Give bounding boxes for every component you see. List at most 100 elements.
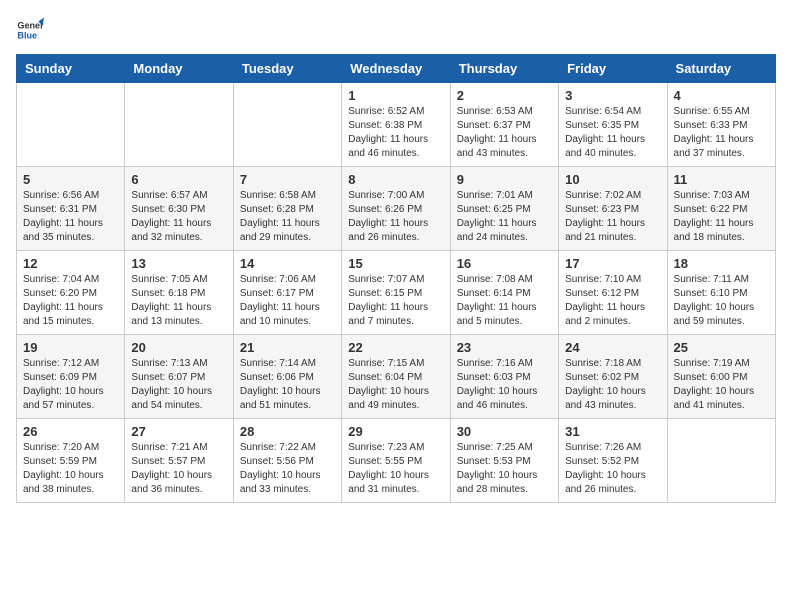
day-cell: [667, 419, 775, 503]
day-cell: 15 Sunrise: 7:07 AM Sunset: 6:15 PM Dayli…: [342, 251, 450, 335]
day-number: 29: [348, 424, 443, 439]
day-number: 28: [240, 424, 335, 439]
weekday-header-sunday: Sunday: [17, 55, 125, 83]
week-row-2: 5 Sunrise: 6:56 AM Sunset: 6:31 PM Daylig…: [17, 167, 776, 251]
week-row-5: 26 Sunrise: 7:20 AM Sunset: 5:59 PM Dayli…: [17, 419, 776, 503]
day-number: 5: [23, 172, 118, 187]
day-cell: 26 Sunrise: 7:20 AM Sunset: 5:59 PM Dayli…: [17, 419, 125, 503]
day-info: Sunrise: 7:21 AM Sunset: 5:57 PM Dayligh…: [131, 441, 226, 497]
day-cell: 7Sunrise: 6:58 AM Sunset: 6:28 PM Daylig…: [233, 167, 341, 251]
day-number: 15: [348, 256, 443, 271]
day-number: 2: [457, 88, 552, 103]
day-cell: 31 Sunrise: 7:26 AM Sunset: 5:52 PM Dayli…: [559, 419, 667, 503]
day-info: Sunrise: 6:57 AM Sunset: 6:30 PM Dayligh…: [131, 189, 226, 245]
day-info: Sunrise: 7:20 AM Sunset: 5:59 PM Dayligh…: [23, 441, 118, 497]
day-number: 31: [565, 424, 660, 439]
day-number: 23: [457, 340, 552, 355]
day-cell: 16 Sunrise: 7:08 AM Sunset: 6:14 PM Dayli…: [450, 251, 558, 335]
day-info: Sunrise: 7:08 AM Sunset: 6:14 PM Dayligh…: [457, 273, 552, 329]
weekday-header-row: SundayMondayTuesdayWednesdayThursdayFrid…: [17, 55, 776, 83]
day-cell: 18 Sunrise: 7:11 AM Sunset: 6:10 PM Dayli…: [667, 251, 775, 335]
day-info: Sunrise: 7:04 AM Sunset: 6:20 PM Dayligh…: [23, 273, 118, 329]
day-cell: 19 Sunrise: 7:12 AM Sunset: 6:09 PM Dayli…: [17, 335, 125, 419]
weekday-header-tuesday: Tuesday: [233, 55, 341, 83]
day-info: Sunrise: 7:22 AM Sunset: 5:56 PM Dayligh…: [240, 441, 335, 497]
day-info: Sunrise: 7:12 AM Sunset: 6:09 PM Dayligh…: [23, 357, 118, 413]
day-number: 11: [674, 172, 769, 187]
day-number: 3: [565, 88, 660, 103]
day-info: Sunrise: 6:54 AM Sunset: 6:35 PM Dayligh…: [565, 105, 660, 161]
day-cell: 11 Sunrise: 7:03 AM Sunset: 6:22 PM Dayli…: [667, 167, 775, 251]
day-info: Sunrise: 7:03 AM Sunset: 6:22 PM Dayligh…: [674, 189, 769, 245]
day-cell: [17, 83, 125, 167]
day-info: Sunrise: 7:11 AM Sunset: 6:10 PM Dayligh…: [674, 273, 769, 329]
day-cell: 12 Sunrise: 7:04 AM Sunset: 6:20 PM Dayli…: [17, 251, 125, 335]
day-info: Sunrise: 7:16 AM Sunset: 6:03 PM Dayligh…: [457, 357, 552, 413]
weekday-header-wednesday: Wednesday: [342, 55, 450, 83]
day-cell: 17 Sunrise: 7:10 AM Sunset: 6:12 PM Dayli…: [559, 251, 667, 335]
day-cell: 14 Sunrise: 7:06 AM Sunset: 6:17 PM Dayli…: [233, 251, 341, 335]
day-info: Sunrise: 7:10 AM Sunset: 6:12 PM Dayligh…: [565, 273, 660, 329]
day-number: 10: [565, 172, 660, 187]
day-info: Sunrise: 6:58 AM Sunset: 6:28 PM Dayligh…: [240, 189, 335, 245]
day-cell: 6 Sunrise: 6:57 AM Sunset: 6:30 PM Daylig…: [125, 167, 233, 251]
day-cell: 1Sunrise: 6:52 AM Sunset: 6:38 PM Daylig…: [342, 83, 450, 167]
logo: General Blue: [16, 16, 44, 44]
day-number: 18: [674, 256, 769, 271]
day-info: Sunrise: 6:56 AM Sunset: 6:31 PM Dayligh…: [23, 189, 118, 245]
day-info: Sunrise: 7:01 AM Sunset: 6:25 PM Dayligh…: [457, 189, 552, 245]
day-cell: 24 Sunrise: 7:18 AM Sunset: 6:02 PM Dayli…: [559, 335, 667, 419]
day-info: Sunrise: 7:26 AM Sunset: 5:52 PM Dayligh…: [565, 441, 660, 497]
day-info: Sunrise: 7:02 AM Sunset: 6:23 PM Dayligh…: [565, 189, 660, 245]
day-cell: 30Sunrise: 7:25 AM Sunset: 5:53 PM Dayli…: [450, 419, 558, 503]
day-cell: 21Sunrise: 7:14 AM Sunset: 6:06 PM Dayli…: [233, 335, 341, 419]
day-number: 4: [674, 88, 769, 103]
day-number: 25: [674, 340, 769, 355]
day-cell: 27Sunrise: 7:21 AM Sunset: 5:57 PM Dayli…: [125, 419, 233, 503]
day-cell: 22 Sunrise: 7:15 AM Sunset: 6:04 PM Dayli…: [342, 335, 450, 419]
day-cell: 5 Sunrise: 6:56 AM Sunset: 6:31 PM Daylig…: [17, 167, 125, 251]
weekday-header-saturday: Saturday: [667, 55, 775, 83]
week-row-4: 19 Sunrise: 7:12 AM Sunset: 6:09 PM Dayli…: [17, 335, 776, 419]
day-cell: 23 Sunrise: 7:16 AM Sunset: 6:03 PM Dayli…: [450, 335, 558, 419]
day-info: Sunrise: 7:07 AM Sunset: 6:15 PM Dayligh…: [348, 273, 443, 329]
day-number: 26: [23, 424, 118, 439]
day-info: Sunrise: 7:15 AM Sunset: 6:04 PM Dayligh…: [348, 357, 443, 413]
day-cell: [233, 83, 341, 167]
day-number: 22: [348, 340, 443, 355]
day-cell: [125, 83, 233, 167]
day-number: 13: [131, 256, 226, 271]
day-number: 17: [565, 256, 660, 271]
day-info: Sunrise: 7:13 AM Sunset: 6:07 PM Dayligh…: [131, 357, 226, 413]
day-cell: 10 Sunrise: 7:02 AM Sunset: 6:23 PM Dayli…: [559, 167, 667, 251]
weekday-header-thursday: Thursday: [450, 55, 558, 83]
page-header: General Blue: [16, 16, 776, 44]
week-row-1: 1Sunrise: 6:52 AM Sunset: 6:38 PM Daylig…: [17, 83, 776, 167]
day-cell: 4 Sunrise: 6:55 AM Sunset: 6:33 PM Daylig…: [667, 83, 775, 167]
day-info: Sunrise: 6:55 AM Sunset: 6:33 PM Dayligh…: [674, 105, 769, 161]
day-cell: 8Sunrise: 7:00 AM Sunset: 6:26 PM Daylig…: [342, 167, 450, 251]
svg-text:Blue: Blue: [17, 30, 37, 40]
day-info: Sunrise: 7:25 AM Sunset: 5:53 PM Dayligh…: [457, 441, 552, 497]
day-number: 20: [131, 340, 226, 355]
day-cell: 28 Sunrise: 7:22 AM Sunset: 5:56 PM Dayli…: [233, 419, 341, 503]
day-number: 19: [23, 340, 118, 355]
day-cell: 9Sunrise: 7:01 AM Sunset: 6:25 PM Daylig…: [450, 167, 558, 251]
day-number: 24: [565, 340, 660, 355]
calendar-table: SundayMondayTuesdayWednesdayThursdayFrid…: [16, 54, 776, 503]
day-info: Sunrise: 7:05 AM Sunset: 6:18 PM Dayligh…: [131, 273, 226, 329]
day-number: 12: [23, 256, 118, 271]
day-info: Sunrise: 7:06 AM Sunset: 6:17 PM Dayligh…: [240, 273, 335, 329]
day-number: 16: [457, 256, 552, 271]
day-number: 14: [240, 256, 335, 271]
day-cell: 25 Sunrise: 7:19 AM Sunset: 6:00 PM Dayli…: [667, 335, 775, 419]
day-cell: 29Sunrise: 7:23 AM Sunset: 5:55 PM Dayli…: [342, 419, 450, 503]
day-info: Sunrise: 7:19 AM Sunset: 6:00 PM Dayligh…: [674, 357, 769, 413]
day-cell: 2Sunrise: 6:53 AM Sunset: 6:37 PM Daylig…: [450, 83, 558, 167]
day-number: 8: [348, 172, 443, 187]
day-cell: 20 Sunrise: 7:13 AM Sunset: 6:07 PM Dayli…: [125, 335, 233, 419]
day-info: Sunrise: 7:18 AM Sunset: 6:02 PM Dayligh…: [565, 357, 660, 413]
day-number: 1: [348, 88, 443, 103]
day-cell: 13 Sunrise: 7:05 AM Sunset: 6:18 PM Dayli…: [125, 251, 233, 335]
day-number: 6: [131, 172, 226, 187]
